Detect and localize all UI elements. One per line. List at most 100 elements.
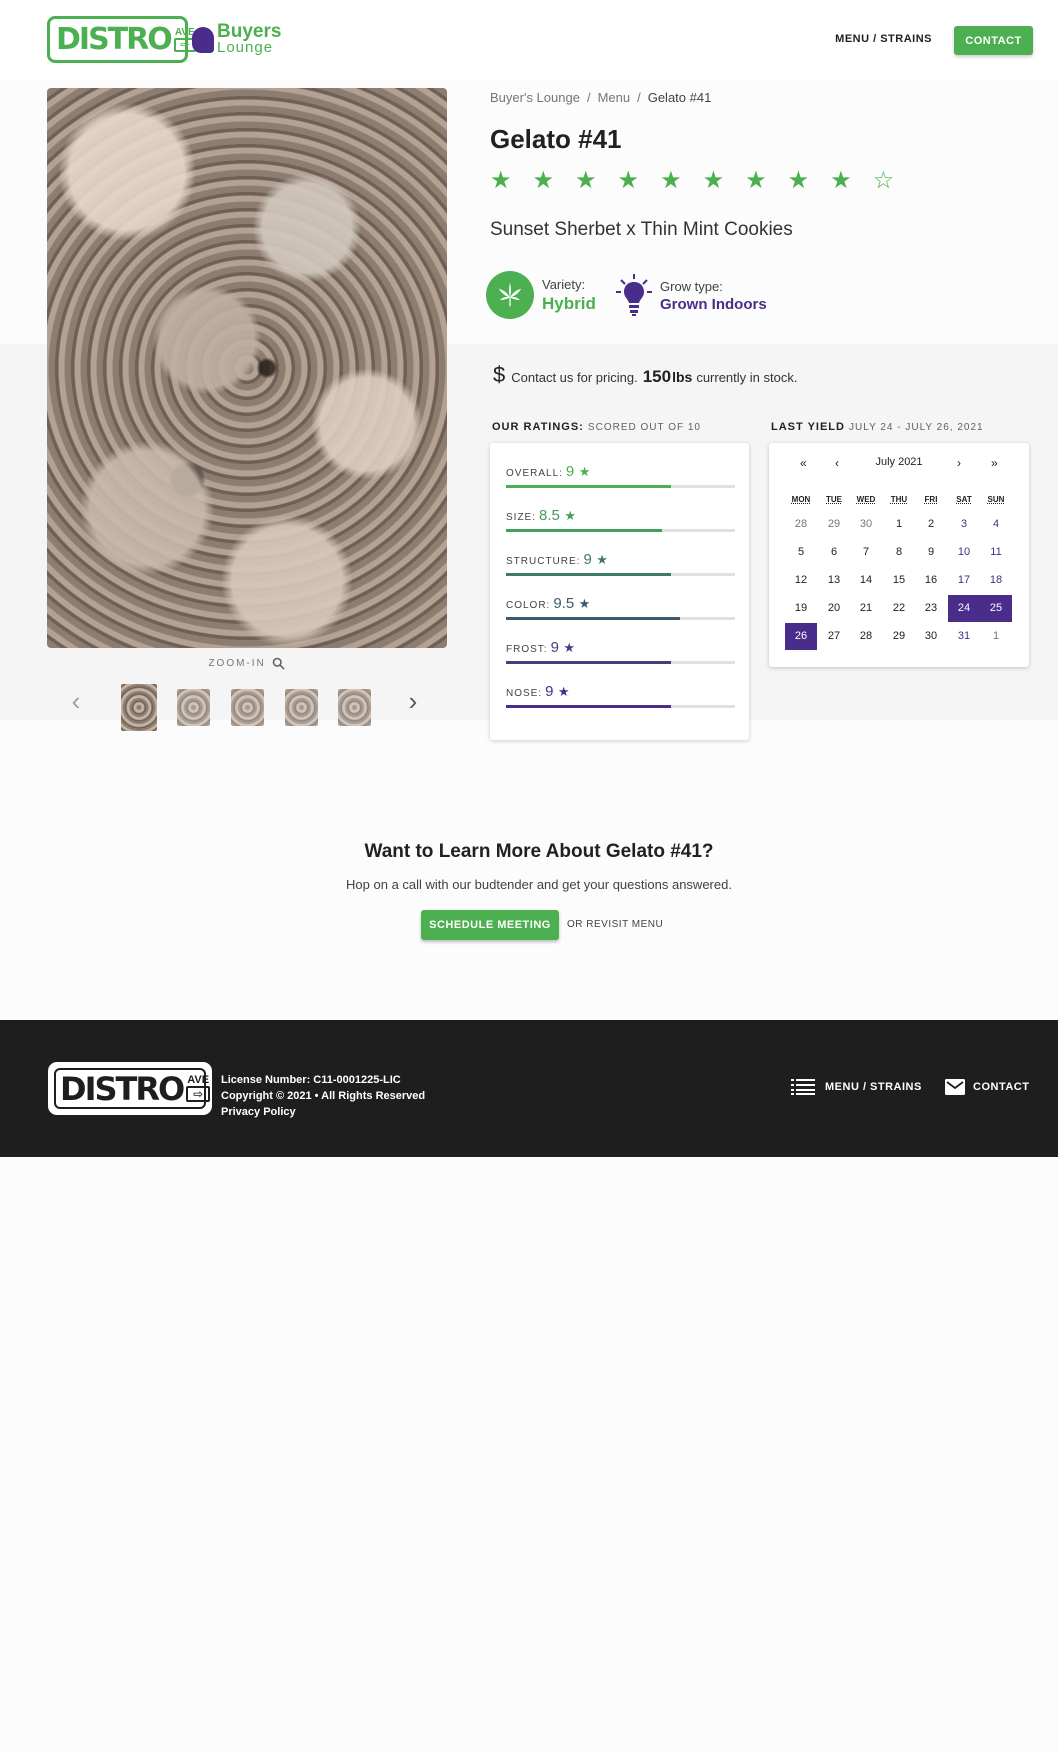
calendar-day[interactable]: 5 [785,539,817,566]
rating-bar-fill [506,661,671,664]
calendar-day-selected[interactable]: 24 [948,595,980,622]
privacy-policy-link[interactable]: Privacy Policy [221,1104,425,1120]
star-icon: ★ [557,684,570,699]
next-month-button[interactable]: › [957,456,961,470]
calendar-day[interactable]: 28 [785,511,817,538]
calendar-weekday: THU [890,495,908,504]
calendar-day[interactable]: 31 [948,623,980,650]
calendar-day[interactable]: 28 [850,623,882,650]
last-yield-title: LAST YIELD [771,421,845,433]
schedule-meeting-button[interactable]: SCHEDULE MEETING [421,910,559,940]
ratings-card: OVERALL: 9 ★ SIZE: 8.5 ★ STRUCTURE: 9 ★ COLOR:… [490,443,749,740]
footer-logo-ave: AVE [187,1074,210,1086]
next-year-button[interactable]: » [991,456,998,470]
stock-text: currently in stock. [696,370,798,385]
rating-value: 9.5 [553,595,575,612]
arrow-right-icon: ⇨ [186,1086,211,1102]
calendar-day[interactable]: 8 [883,539,915,566]
calendar-day[interactable]: 18 [980,567,1012,594]
calendar-weekday: FRI [924,495,938,504]
calendar-day[interactable]: 30 [850,511,882,538]
footer-contact-link[interactable]: CONTACT [945,1079,1029,1095]
calendar-day-selected[interactable]: 26 [785,623,817,650]
last-yield-range: JULY 24 - JULY 26, 2021 [849,422,984,433]
product-image[interactable] [47,88,447,648]
breadcrumb-buyers-lounge[interactable]: Buyer's Lounge [490,90,580,105]
zoom-in-control[interactable]: ZOOM-IN [47,656,447,671]
breadcrumb-menu[interactable]: Menu [598,90,631,105]
thumbnail[interactable] [177,689,210,726]
rating-value: 9 [550,639,559,656]
rating-bar-track [506,573,735,576]
dollar-icon: $ [493,362,506,387]
cta-subtitle: Hop on a call with our budtender and get… [346,877,732,892]
rating-label: STRUCTURE: [506,556,581,567]
calendar-day[interactable]: 7 [850,539,882,566]
star-icon: ★ [596,552,608,567]
chevron-right-icon[interactable]: › [403,688,423,714]
calendar-day[interactable]: 12 [785,567,817,594]
calendar-day[interactable]: 6 [818,539,850,566]
calendar-day[interactable]: 14 [850,567,882,594]
calendar-day[interactable]: 2 [915,511,947,538]
distro-logo[interactable]: DISTRO AVE ⇨ Buyers Lounge [47,16,281,63]
star-filled-icon: ★ [575,167,597,194]
footer-logo[interactable]: DISTRO AVE ⇨ [48,1062,212,1115]
calendar-day[interactable]: 9 [915,539,947,566]
footer-menu-link[interactable]: MENU / STRAINS [791,1079,922,1095]
ratings-heading: OUR RATINGS: SCORED OUT OF 10 [492,421,701,433]
calendar-day[interactable]: 21 [850,595,882,622]
pricing-text: Contact us for pricing. [511,370,638,385]
calendar-day[interactable]: 11 [980,539,1012,566]
star-filled-icon: ★ [787,167,810,194]
nav-menu-strains[interactable]: MENU / STRAINS [835,33,932,45]
calendar-day[interactable]: 3 [948,511,980,538]
rating-bar-fill [506,485,671,488]
rating-label: NOSE: [506,688,543,699]
revisit-menu-link[interactable]: OR REVISIT MENU [567,919,663,930]
thumbnail[interactable] [121,684,157,731]
calendar-day[interactable]: 16 [915,567,947,594]
mail-icon [945,1079,965,1095]
calendar-day[interactable]: 29 [818,511,850,538]
calendar-day[interactable]: 20 [818,595,850,622]
calendar-day[interactable]: 23 [915,595,947,622]
rating-label: COLOR: [506,600,551,611]
product-title: Gelato #41 [490,124,622,154]
star-filled-icon: ★ [745,167,767,194]
calendar-day[interactable]: 27 [818,623,850,650]
calendar-day[interactable]: 1 [980,623,1012,650]
calendar-day[interactable]: 29 [883,623,915,650]
calendar-day[interactable]: 1 [883,511,915,538]
thumbnail[interactable] [231,689,264,726]
buyers-lounge-logo: Buyers Lounge [192,22,281,56]
cannabis-leaf-icon [486,271,534,319]
calendar-day[interactable]: 19 [785,595,817,622]
list-icon [791,1079,815,1095]
search-icon [272,657,285,670]
rating-row: OVERALL: 9 ★ [506,463,735,488]
calendar-day[interactable]: 13 [818,567,850,594]
product-lineage: Sunset Sherbet x Thin Mint Cookies [490,219,793,240]
star-filled-icon: ★ [532,167,555,194]
calendar-day[interactable]: 10 [948,539,980,566]
star-filled-icon: ★ [702,167,725,194]
nav-contact-button[interactable]: CONTACT [954,26,1033,55]
calendar-day[interactable]: 4 [980,511,1012,538]
thumbnail[interactable] [338,689,371,726]
calendar-day[interactable]: 17 [948,567,980,594]
chevron-left-icon[interactable]: ‹ [66,688,86,714]
lightbulb-icon [616,274,652,316]
calendar-day[interactable]: 22 [883,595,915,622]
rating-bar-fill [506,529,662,532]
footer-menu-label: MENU / STRAINS [825,1081,922,1093]
calendar-day[interactable]: 15 [883,567,915,594]
rating-row: FROST: 9 ★ [506,639,735,664]
copyright: Copyright © 2021 • All Rights Reserved [221,1090,426,1102]
rating-row: SIZE: 8.5 ★ [506,507,735,532]
calendar-day-selected[interactable]: 25 [980,595,1012,622]
yield-calendar: « ‹ July 2021 › » MON TUE WED THU FRI SAT SUN 2… [769,443,1029,667]
calendar-day[interactable]: 30 [915,623,947,650]
calendar-weekday: SUN [987,495,1005,504]
thumbnail[interactable] [285,689,318,726]
